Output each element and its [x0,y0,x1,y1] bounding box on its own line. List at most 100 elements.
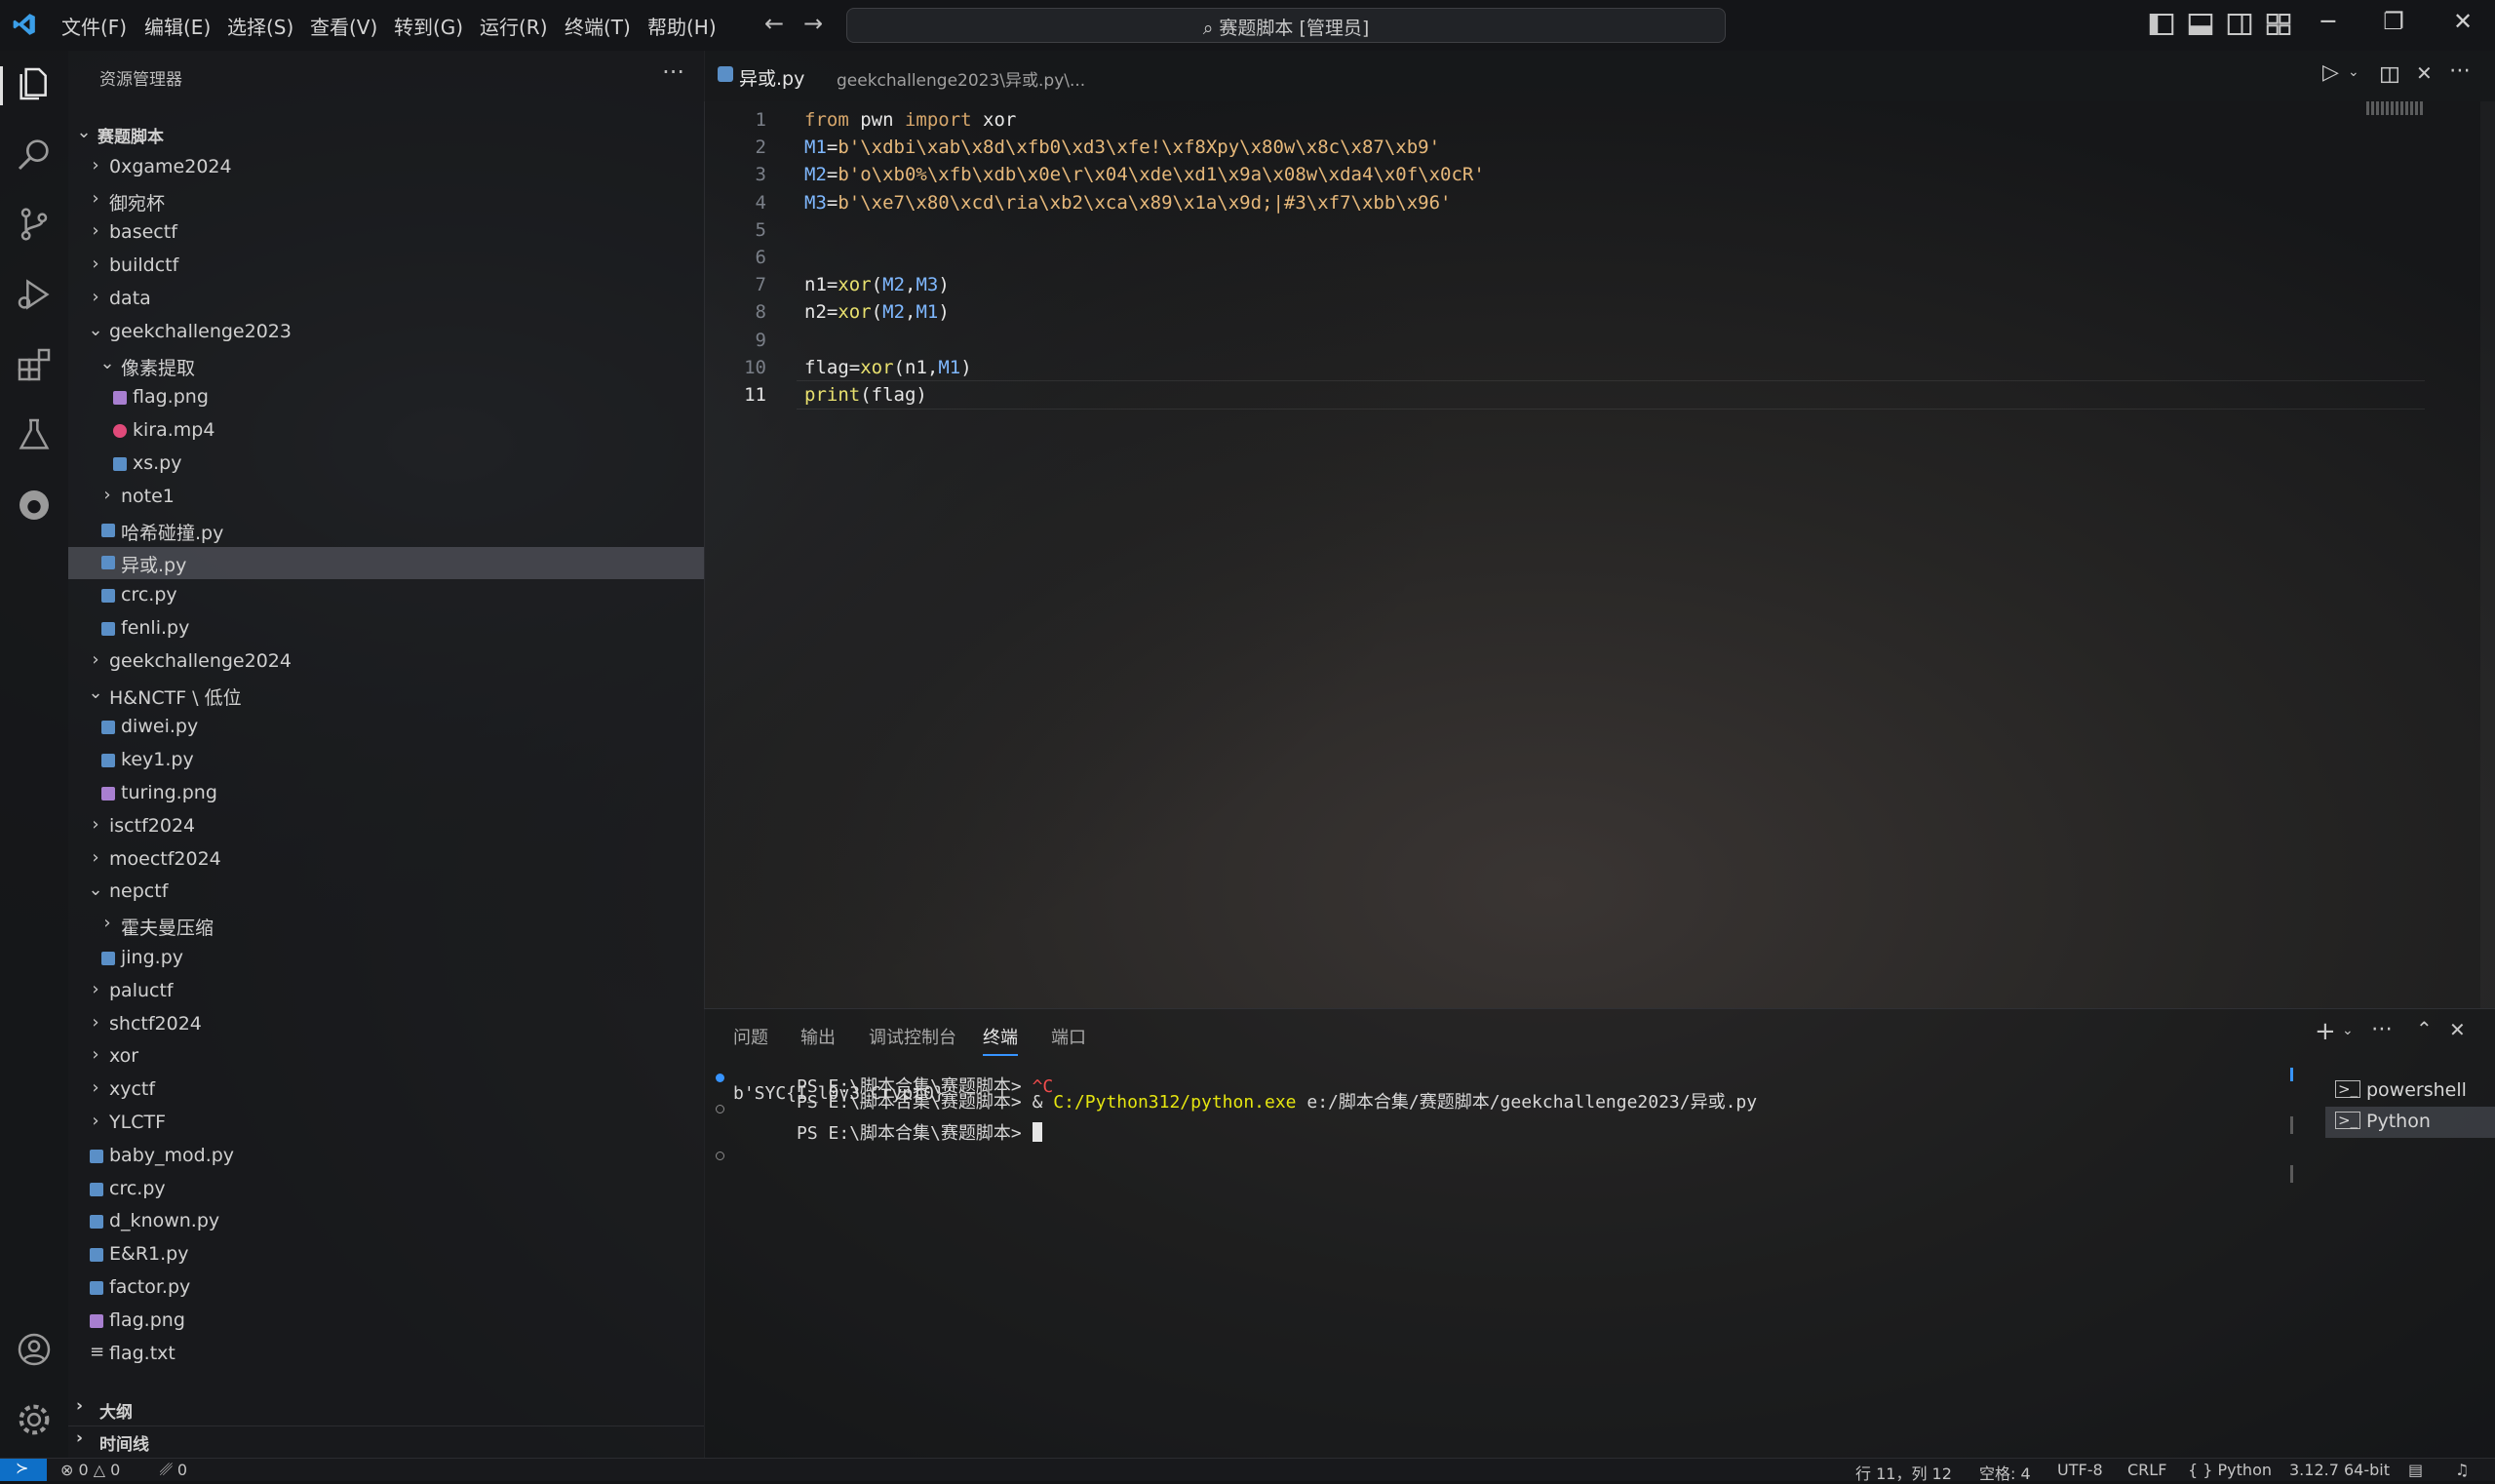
tree-file[interactable]: ≡ flag.txt [68,1339,704,1371]
more-actions-icon[interactable]: ··· [662,59,684,86]
run-debug-icon[interactable] [15,275,54,314]
search-icon[interactable] [15,135,54,174]
tree-file[interactable]: E&R1.py [68,1239,704,1271]
tree-folder[interactable]: ⌄ nepctf [68,877,704,909]
customize-layout-icon[interactable] [2264,10,2293,39]
terminal-list-item-python[interactable]: >_ Python [2325,1107,2495,1138]
tree-folder[interactable]: ⌄ 像素提取 [68,350,704,382]
tree-folder[interactable]: ⌄ geekchallenge2023 [68,317,704,349]
command-pending-dot[interactable] [716,1152,724,1160]
split-editor-icon[interactable] [2379,64,2400,86]
more-actions-icon[interactable]: ⋯ [2449,59,2471,83]
explorer-icon[interactable] [15,64,54,103]
tree-folder[interactable]: › 御宛杯 [68,185,704,217]
menu-file[interactable]: 文件(F) [61,12,127,40]
tree-file[interactable]: factor.py [68,1272,704,1305]
tree-file[interactable]: crc.py [68,1174,704,1206]
command-pending-dot[interactable] [716,1105,724,1113]
close-editor-icon[interactable]: ✕ [2416,61,2433,85]
tree-folder[interactable]: › note1 [68,482,704,514]
remote-indicator[interactable]: ≻ [0,1459,47,1481]
outline-section[interactable]: › 大纲 [68,1394,704,1424]
indentation[interactable]: 空格: 4 [1979,1461,2031,1484]
feedback-icon[interactable]: ▤ [2408,1461,2423,1479]
tree-folder[interactable]: › shctf2024 [68,1009,704,1041]
account-icon[interactable] [15,1330,54,1369]
back-arrow-icon[interactable]: ← [764,10,784,37]
toggle-secondary-sidebar-icon[interactable] [2225,10,2254,39]
tab-ports[interactable]: 端口 [1051,1024,1086,1049]
ports-count[interactable]: ␥ 0 [160,1461,187,1480]
command-success-dot[interactable] [716,1074,724,1082]
encoding[interactable]: UTF-8 [2057,1461,2103,1479]
tree-folder[interactable]: › geekchallenge2024 [68,646,704,679]
tree-folder[interactable]: › isctf2024 [68,811,704,843]
tree-file[interactable]: baby_mod.py [68,1141,704,1173]
language-mode[interactable]: { } Python [2188,1461,2272,1479]
source-control-icon[interactable] [15,205,54,244]
terminal-scrollbar[interactable] [2290,1068,2293,1341]
github-icon[interactable] [15,486,54,525]
menu-view[interactable]: 查看(V) [310,12,377,40]
notifications-bell-icon[interactable]: ♫ [2455,1461,2469,1479]
tab-output[interactable]: 输出 [800,1024,836,1049]
tree-folder[interactable]: ⌄ 赛题脚本 [68,119,704,151]
tree-file[interactable]: key1.py [68,745,704,777]
tree-file[interactable]: jing.py [68,943,704,975]
tree-file[interactable]: kira.mp4 [68,415,704,448]
tree-file[interactable]: 异或.py [68,547,704,580]
tree-file[interactable]: 哈希碰撞.py [68,515,704,547]
tab-problems[interactable]: 问题 [733,1024,768,1049]
python-interpreter[interactable]: 3.12.7 64-bit [2289,1461,2390,1479]
maximize-panel-icon[interactable]: ⌃ [2416,1017,2433,1040]
tree-file[interactable]: fenli.py [68,613,704,645]
menu-run[interactable]: 运行(R) [480,12,548,40]
tree-folder[interactable]: ⌄ H&NCTF \ 低位 [68,680,704,712]
close-panel-icon[interactable]: ✕ [2449,1018,2466,1041]
menu-go[interactable]: 转到(G) [394,12,463,40]
tree-file[interactable]: turing.png [68,778,704,810]
menu-edit[interactable]: 编辑(E) [144,12,211,40]
minimize-icon[interactable]: ─ [2309,8,2348,35]
toggle-panel-icon[interactable] [2186,10,2215,39]
tree-folder[interactable]: › YLCTF [68,1108,704,1140]
timeline-section[interactable]: › 时间线 [68,1425,704,1456]
tree-folder[interactable]: › 霍夫曼压缩 [68,910,704,942]
more-actions-icon[interactable]: ⋯ [2371,1017,2393,1041]
tree-folder[interactable]: › basectf [68,217,704,250]
restore-icon[interactable]: ❐ [2374,8,2413,35]
chevron-down-icon[interactable]: ⌄ [2348,64,2359,80]
tree-folder[interactable]: › moectf2024 [68,844,704,877]
tree-folder[interactable]: › 0xgame2024 [68,152,704,184]
tree-file[interactable]: crc.py [68,580,704,612]
editor-scrollbar[interactable] [2480,101,2495,1008]
problems-count[interactable]: ⊗ 0 △ 0 [60,1461,120,1479]
tree-folder[interactable]: › data [68,284,704,316]
menu-selection[interactable]: 选择(S) [227,12,293,40]
end-of-line[interactable]: CRLF [2127,1461,2166,1479]
code-editor[interactable]: 1 from pwn import xor 2 M1=b'\xdbi\xab\x8d\… [704,101,2495,1008]
close-window-icon[interactable]: ✕ [2443,8,2482,35]
menu-help[interactable]: 帮助(H) [647,12,717,40]
tree-file[interactable]: flag.png [68,382,704,414]
minimap[interactable] [2366,101,2425,115]
tree-file[interactable]: xs.py [68,449,704,481]
settings-gear-icon[interactable] [15,1400,54,1439]
run-python-icon[interactable]: ▷ [2322,60,2339,85]
tree-file[interactable]: flag.png [68,1306,704,1338]
new-terminal-icon[interactable]: + [2315,1017,2336,1046]
editor-tab-filename[interactable]: 异或.py [739,64,804,91]
command-center-search[interactable]: ⌕ 赛题脚本 [管理员] [846,8,1726,43]
terminal-list-item-powershell[interactable]: >_ powershell [2325,1075,2495,1107]
cursor-position[interactable]: 行 11，列 12 [1855,1461,1952,1484]
tab-debug-console[interactable]: 调试控制台 [869,1024,956,1049]
tree-file[interactable]: d_known.py [68,1206,704,1238]
chevron-down-icon[interactable]: ⌄ [2342,1023,2354,1038]
tree-folder[interactable]: › buildctf [68,251,704,283]
toggle-primary-sidebar-icon[interactable] [2147,10,2176,39]
tree-folder[interactable]: › xyctf [68,1074,704,1107]
tree-folder[interactable]: › paluctf [68,976,704,1008]
testing-flask-icon[interactable] [15,415,54,454]
menu-terminal[interactable]: 终端(T) [565,12,631,40]
tree-file[interactable]: diwei.py [68,712,704,744]
